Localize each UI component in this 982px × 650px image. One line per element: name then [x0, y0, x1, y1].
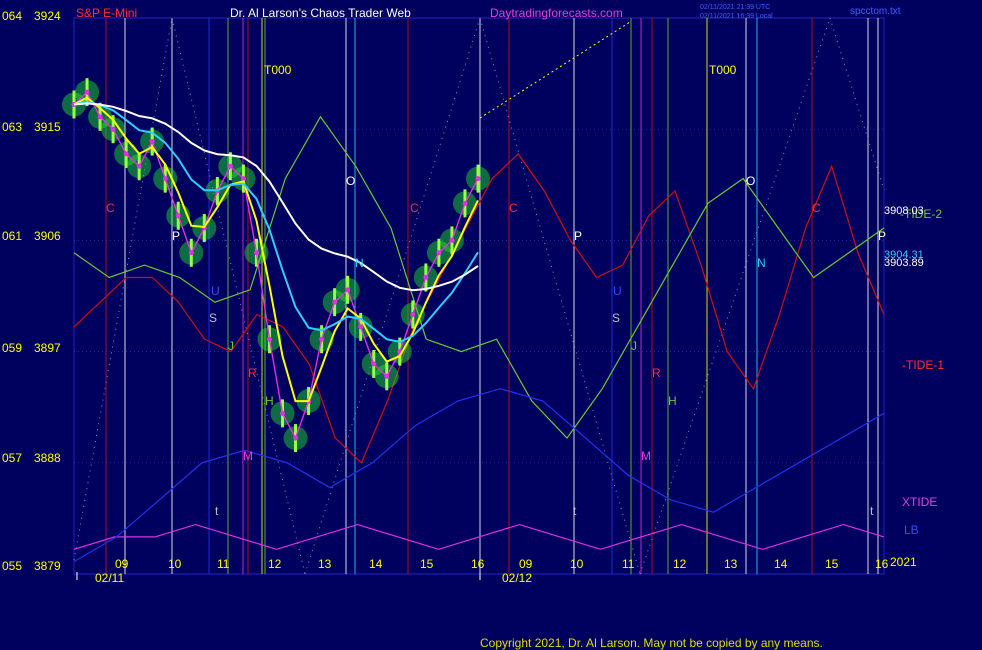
marker-J-2: J: [631, 339, 637, 353]
x-hour-4: 13: [318, 557, 332, 571]
dotted-cycle-1: [171, 17, 306, 575]
instrument-label: S&P E-Mini: [76, 6, 137, 20]
y-left-1: 063: [2, 120, 22, 134]
marker-T000-b: T000: [709, 63, 737, 77]
x-date-0: 02/11: [95, 571, 124, 585]
dotted-cycle-5: [829, 17, 885, 191]
marker-M-1: M: [243, 449, 253, 463]
chart-title: Dr. Al Larson's Chaos Trader Web: [230, 6, 411, 20]
x-hour-15: 16: [875, 557, 889, 571]
grid: [74, 17, 884, 575]
marker-H-2: H: [668, 394, 677, 408]
x-hour-9: 10: [570, 557, 584, 571]
cycle-lines: [105, 18, 879, 574]
x-hour-6: 15: [420, 557, 434, 571]
x-hour-14: 15: [825, 557, 839, 571]
marker-U-2: U: [613, 284, 622, 298]
marker-P-2: P: [574, 229, 582, 243]
series-tide1: [73, 152, 885, 464]
copyright-notice: Copyright 2021, Dr. Al Larson. May not b…: [480, 636, 823, 650]
marker-M-2: M: [641, 449, 651, 463]
label-lb: LB: [904, 523, 919, 537]
right-labels: -TIDE-2 3908.03 3904.31 3903.89 -TIDE-1 …: [884, 205, 944, 537]
y-left-0: 064: [2, 9, 22, 23]
x-year: 2021: [890, 555, 917, 569]
y-left-2: 061: [2, 229, 22, 243]
marker-C-3: C: [509, 201, 518, 215]
price-line: [73, 90, 479, 440]
marker-R-2: R: [652, 366, 661, 380]
marker-P-3: P: [878, 229, 886, 243]
x-hour-12: 13: [724, 557, 738, 571]
x-hour-8: 09: [519, 557, 533, 571]
marker-R-1: R: [248, 366, 257, 380]
marker-H-1: H: [265, 394, 274, 408]
marker-C-4: C: [812, 201, 821, 215]
label-price-a: 3908.03: [884, 205, 924, 217]
marker-T000-a: T000: [264, 63, 292, 77]
y-left-3: 059: [2, 341, 22, 355]
marker-O-2: O: [746, 174, 755, 188]
marker-C-1: C: [106, 201, 115, 215]
x-hour-10: 11: [622, 557, 635, 571]
x-axis: 09 10 11 12 13 14 15 16 09 10 11 12 13 1…: [95, 555, 917, 585]
y-price-2: 3906: [34, 229, 61, 243]
marker-S-2: S: [612, 311, 620, 325]
x-hour-0: 09: [115, 557, 129, 571]
cycle-markers: T000 T000 C C C C P P P U U S S J J R R …: [106, 63, 886, 518]
price-bars: [62, 78, 490, 453]
site-link[interactable]: Daytradingforecasts.com: [490, 6, 623, 20]
y-left-4: 057: [2, 451, 22, 465]
marker-N-2: N: [757, 256, 766, 270]
marker-S-1: S: [209, 311, 217, 325]
marker-t-2: t: [573, 504, 577, 518]
dotted-cycles: [73, 17, 885, 575]
x-hour-2: 11: [217, 557, 230, 571]
y-axis: 064 3924 063 3915 061 3906 059 3897 057 …: [2, 9, 61, 573]
x-hour-1: 10: [168, 557, 182, 571]
marker-P-1: P: [172, 229, 180, 243]
timestamp-utc: 02/11/2021 21:39 UTC: [700, 4, 770, 11]
marker-C-2: C: [410, 201, 419, 215]
x-hour-11: 12: [673, 557, 687, 571]
moving-averages: [73, 96, 479, 403]
x-hour-13: 14: [774, 557, 788, 571]
x-hour-5: 14: [369, 557, 383, 571]
y-price-0: 3924: [34, 9, 61, 23]
forecast-trend-line: [479, 21, 631, 119]
chaos-chart: S&P E-Mini Dr. Al Larson's Chaos Trader …: [2, 4, 944, 650]
x-hour-3: 12: [268, 557, 282, 571]
timestamp-local: 02/11/2021 16:39 Local: [700, 13, 773, 20]
ema-slow: [73, 102, 479, 292]
series-lb: [73, 388, 885, 563]
label-tide1: -TIDE-1: [902, 358, 944, 372]
x-hour-7: 16: [471, 557, 485, 571]
marker-J-1: J: [228, 339, 234, 353]
plot-frame: [73, 17, 885, 575]
marker-t-3: t: [870, 504, 874, 518]
marker-U-1: U: [211, 284, 220, 298]
y-price-5: 3879: [34, 559, 61, 573]
series-xtide: [73, 523, 885, 550]
y-price-3: 3897: [34, 341, 61, 355]
y-price-1: 3915: [34, 120, 61, 134]
x-date-1: 02/12: [502, 571, 532, 585]
file-name: spcctom.txt: [850, 6, 901, 17]
marker-t-1: t: [215, 504, 219, 518]
marker-O-1: O: [346, 174, 355, 188]
y-left-5: 055: [2, 559, 22, 573]
label-xtide: XTIDE: [902, 495, 937, 509]
marker-N-1: N: [355, 256, 364, 270]
label-price-c: 3903.89: [884, 257, 924, 269]
y-price-4: 3888: [34, 451, 61, 465]
